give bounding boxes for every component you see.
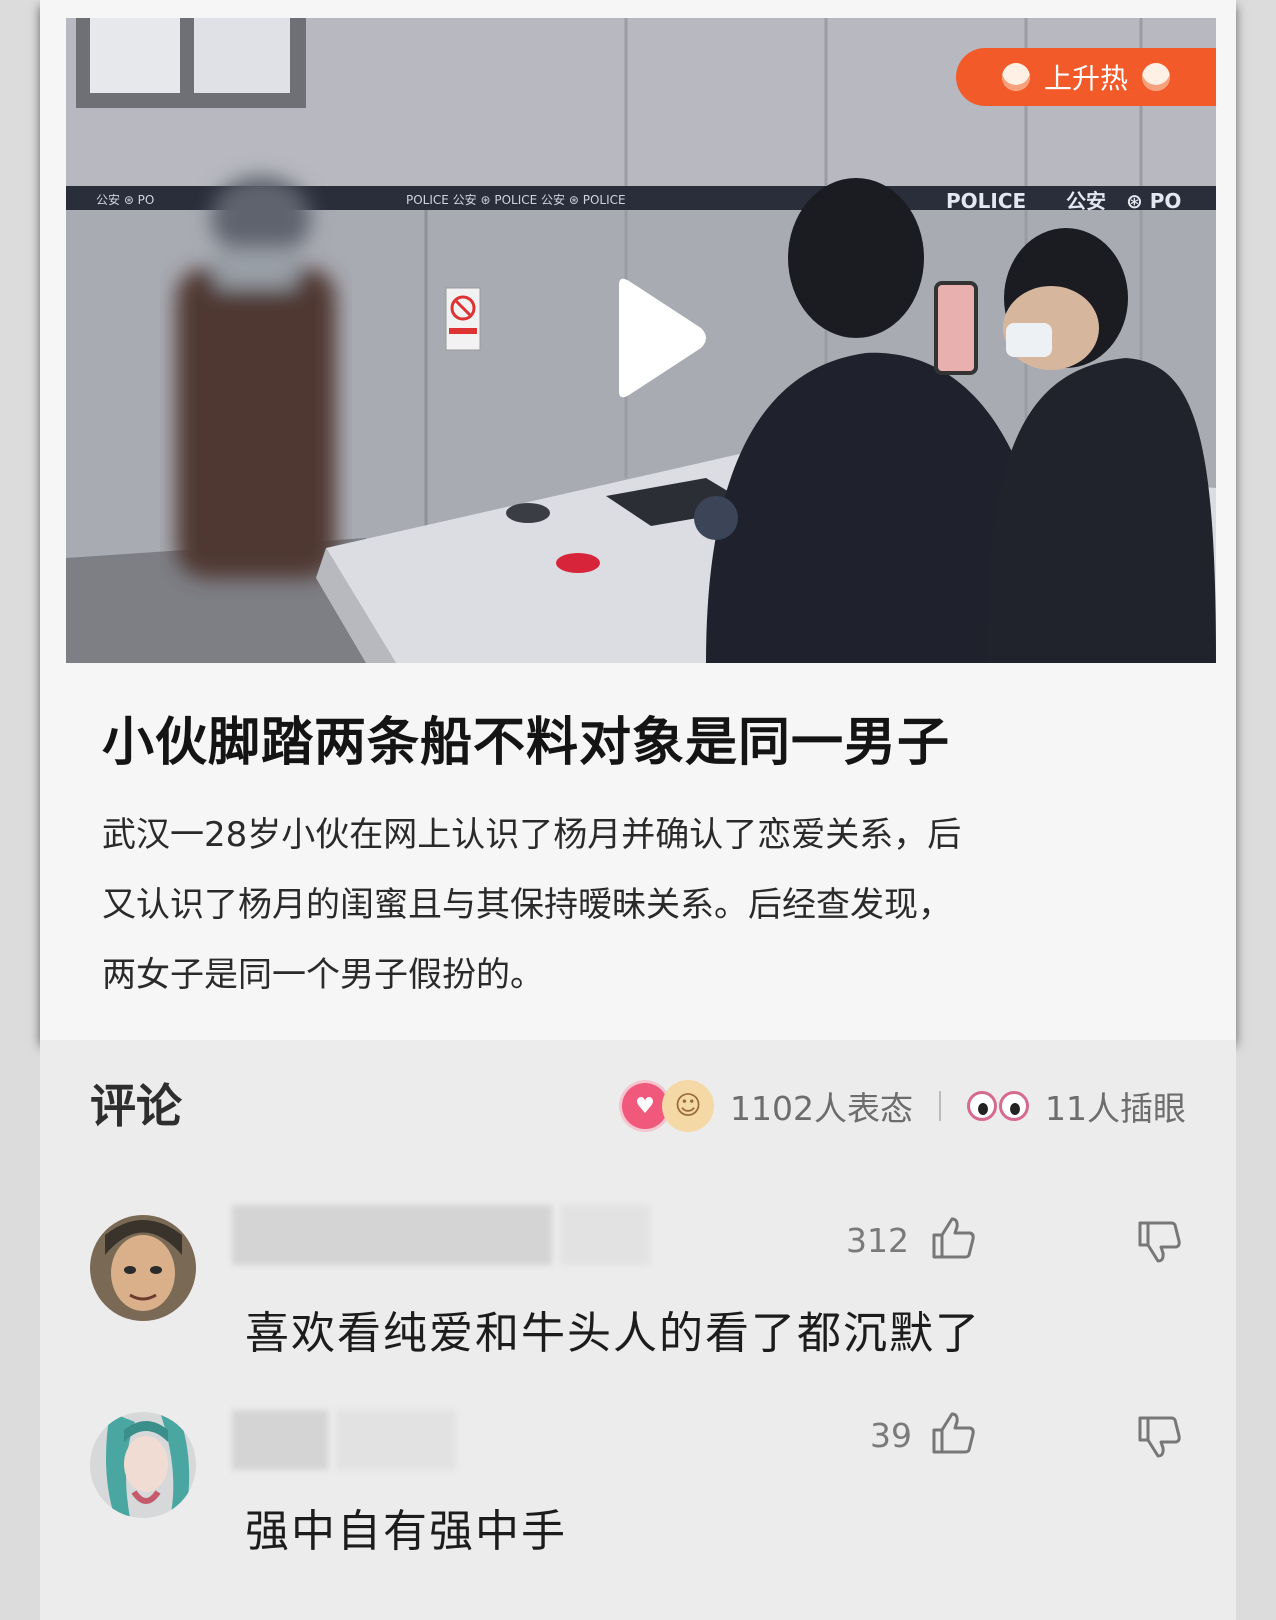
smile-face-icon: ☺: [662, 1080, 715, 1132]
eyes-icon[interactable]: [967, 1091, 1029, 1121]
comment-text: 喜欢看纯爱和牛头人的看了都沉默了: [245, 1308, 981, 1359]
play-icon[interactable]: [601, 273, 711, 403]
reaction-stats: ♥ ☺ 1102人表态 11人插眼: [622, 1080, 1186, 1132]
svg-text:⊛ PO: ⊛ PO: [1126, 189, 1181, 213]
reactions-count[interactable]: 1102人表态: [730, 1082, 913, 1130]
like-count: 312: [846, 1221, 909, 1260]
comment-text: 强中自有强中手: [245, 1506, 567, 1557]
news-title[interactable]: 小伙脚踏两条船不料对象是同一男子: [102, 700, 1182, 775]
svg-text:公安: 公安: [1066, 189, 1106, 213]
comments-section: 评论 ♥ ☺ 1102人表态 11人插眼 312 喜欢看纯爱和牛头人的看了都沉默…: [40, 1040, 1236, 1620]
peek-count[interactable]: 11人插眼: [1045, 1082, 1186, 1130]
trending-badge: 上升热: [956, 48, 1216, 106]
svg-text:POLICE 公安 ⊛ POLICE 公安 ⊛ POLICE: POLICE 公安 ⊛ POLICE 公安 ⊛ POLICE: [406, 192, 626, 207]
comment-item: 39 强中自有强中手: [40, 1400, 1236, 1600]
thumbs-down-icon[interactable]: [1136, 1219, 1182, 1265]
summary-line: 又认识了杨月的闺蜜且与其保持暧昧关系。后经查发现，: [102, 885, 952, 925]
thumbs-up-icon[interactable]: [930, 1215, 976, 1261]
comment-item: 312 喜欢看纯爱和牛头人的看了都沉默了: [40, 1205, 1236, 1405]
svg-text:公安 ⊛ PO: 公安 ⊛ PO: [96, 192, 154, 207]
thumbs-up-icon[interactable]: [930, 1410, 976, 1456]
username-redacted[interactable]: [232, 1410, 456, 1470]
fire-icon: [1001, 63, 1030, 91]
svg-text:POLICE: POLICE: [946, 189, 1026, 213]
username-redacted[interactable]: [232, 1205, 650, 1265]
thumbs-down-icon[interactable]: [1136, 1414, 1182, 1460]
divider: [939, 1091, 941, 1121]
trending-label: 上升热: [1043, 62, 1128, 95]
summary-line: 两女子是同一个男子假扮的。: [102, 955, 544, 995]
summary-line: 武汉一28岁小伙在网上认识了杨月并确认了恋爱关系，后: [102, 815, 962, 855]
avatar[interactable]: [90, 1215, 196, 1321]
reaction-emoji-icons[interactable]: ♥ ☺: [622, 1080, 715, 1132]
news-card[interactable]: 公安 ⊛ PO POLICE 公安 ⊛ POLICE 公安 ⊛ POLICE P…: [40, 0, 1236, 1040]
video-thumbnail[interactable]: 公安 ⊛ PO POLICE 公安 ⊛ POLICE 公安 ⊛ POLICE P…: [66, 18, 1216, 663]
comments-heading: 评论: [90, 1079, 182, 1133]
avatar[interactable]: [90, 1412, 196, 1518]
fire-icon: [1142, 63, 1170, 91]
like-count: 39: [870, 1416, 912, 1455]
news-summary: 武汉一28岁小伙在网上认识了杨月并确认了恋爱关系，后 又认识了杨月的闺蜜且与其保…: [102, 800, 1192, 1010]
